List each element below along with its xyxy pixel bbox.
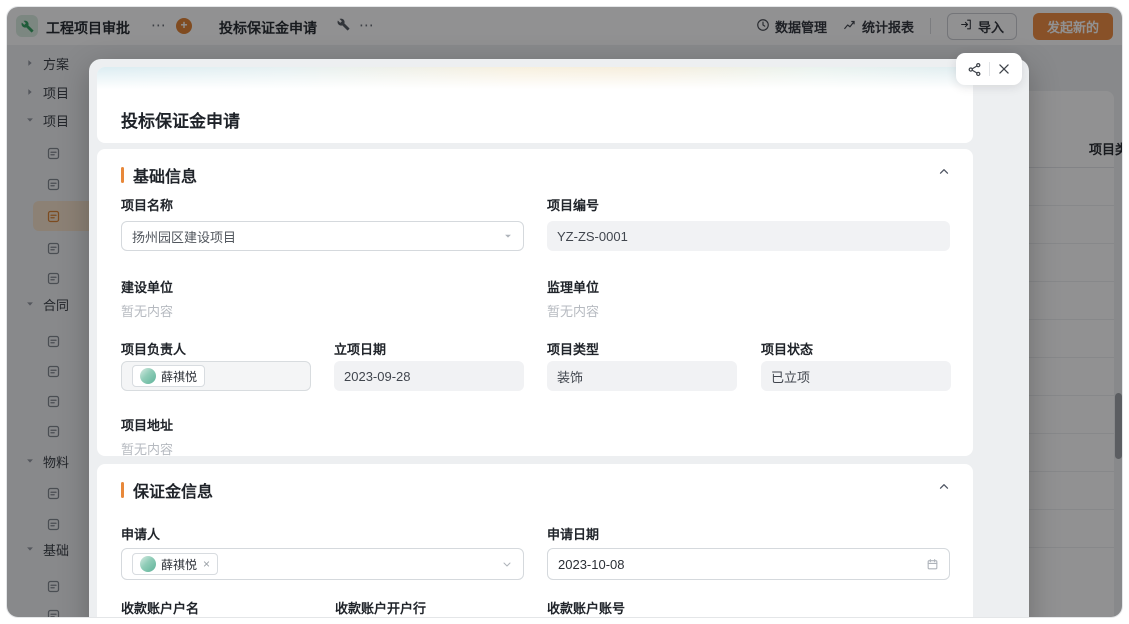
project-status-label: 项目状态 bbox=[761, 342, 814, 357]
member-name: 薛祺悦 bbox=[161, 557, 198, 572]
section-title: 保证金信息 bbox=[133, 484, 214, 501]
apply-date-label: 申请日期 bbox=[547, 527, 600, 542]
account-number-label: 收款账户账号 bbox=[547, 601, 626, 616]
section-accent-bar bbox=[121, 167, 124, 183]
member-name: 薛祺悦 bbox=[161, 369, 198, 384]
project-manager-label: 项目负责人 bbox=[121, 342, 187, 357]
project-address-label: 项目地址 bbox=[121, 418, 174, 433]
project-type-value: 装饰 bbox=[557, 369, 584, 385]
chevron-down-icon bbox=[501, 558, 513, 570]
calendar-icon bbox=[926, 558, 939, 571]
project-code-label: 项目编号 bbox=[547, 198, 600, 213]
approval-date-label: 立项日期 bbox=[334, 342, 387, 357]
collapse-chevron-up-icon[interactable] bbox=[937, 480, 951, 499]
supervision-unit-label: 监理单位 bbox=[547, 280, 600, 295]
project-code-field: YZ-ZS-0001 bbox=[547, 221, 950, 251]
project-name-label: 项目名称 bbox=[121, 198, 174, 213]
project-type-field: 装饰 bbox=[547, 361, 737, 391]
project-code-value: YZ-ZS-0001 bbox=[557, 228, 628, 244]
construction-unit-empty: 暂无内容 bbox=[121, 304, 174, 319]
modal-title-card: 投标保证金申请 bbox=[97, 67, 973, 143]
project-status-field: 已立项 bbox=[761, 361, 951, 391]
account-name-label: 收款账户户名 bbox=[121, 601, 200, 616]
applicant-label: 申请人 bbox=[121, 527, 161, 542]
section-header: 基础信息 bbox=[121, 163, 197, 187]
close-icon[interactable] bbox=[990, 56, 1018, 82]
modal-action-pill bbox=[956, 53, 1022, 85]
share-icon[interactable] bbox=[961, 56, 989, 82]
member-chip: 薛祺悦 × bbox=[132, 553, 219, 575]
account-bank-label: 收款账户开户行 bbox=[335, 601, 427, 616]
section-accent-bar bbox=[121, 482, 124, 498]
avatar bbox=[140, 368, 156, 384]
project-type-label: 项目类型 bbox=[547, 342, 600, 357]
section-title: 基础信息 bbox=[133, 169, 198, 186]
project-name-value: 扬州园区建设项目 bbox=[132, 229, 237, 245]
member-chip: 薛祺悦 bbox=[132, 365, 206, 387]
project-name-select[interactable]: 扬州园区建设项目 bbox=[121, 221, 524, 251]
approval-date-field: 2023-09-28 bbox=[334, 361, 524, 391]
avatar bbox=[140, 556, 156, 572]
project-status-value: 已立项 bbox=[771, 369, 811, 385]
title-gradient-strip bbox=[97, 67, 973, 89]
supervision-unit-empty: 暂无内容 bbox=[547, 304, 600, 319]
section-header: 保证金信息 bbox=[121, 478, 213, 502]
modal-title: 投标保证金申请 bbox=[121, 112, 240, 131]
project-manager-field: 薛祺悦 bbox=[121, 361, 311, 391]
select-caret-icon bbox=[503, 231, 513, 241]
approval-date-value: 2023-09-28 bbox=[344, 368, 411, 384]
collapse-chevron-up-icon[interactable] bbox=[937, 165, 951, 184]
section-basic-info: 基础信息 项目名称 扬州园区建设项目 项目编号 YZ-ZS-0001 建设单位 … bbox=[97, 149, 973, 456]
app-window: 工程项目审批 ⋯ + 投标保证金申请 ⋯ 数据管理 统计报表 导入 发起新的 方… bbox=[0, 0, 1129, 624]
app-frame: 工程项目审批 ⋯ + 投标保证金申请 ⋯ 数据管理 统计报表 导入 发起新的 方… bbox=[6, 6, 1123, 618]
remove-chip-icon[interactable]: × bbox=[203, 557, 210, 571]
construction-unit-label: 建设单位 bbox=[121, 280, 174, 295]
applicant-select[interactable]: 薛祺悦 × bbox=[121, 548, 524, 580]
apply-date-value: 2023-10-08 bbox=[558, 556, 625, 572]
section-bond-info: 保证金信息 申请人 薛祺悦 × 申请日期 2023-10-08 收款账户户名 收… bbox=[97, 464, 973, 617]
project-address-empty: 暂无内容 bbox=[121, 442, 174, 456]
bid-bond-modal: 投标保证金申请 基础信息 项目名称 扬州园区建设项目 项目编号 YZ-ZS-00… bbox=[89, 53, 1029, 617]
apply-date-input[interactable]: 2023-10-08 bbox=[547, 548, 950, 580]
